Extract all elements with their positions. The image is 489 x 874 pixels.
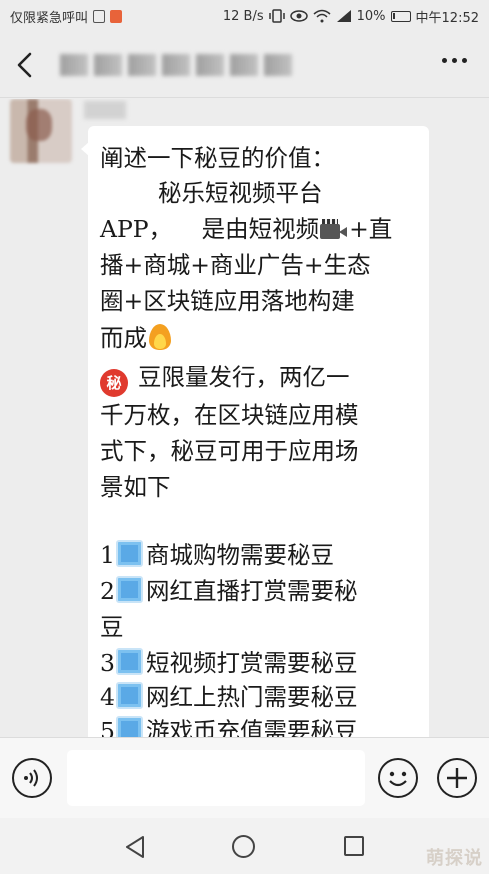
message-text: 游戏币充值需要秘豆 (145, 717, 358, 737)
blue-square-icon (115, 540, 143, 567)
list-item: 2 网红直播打赏需要秘 (100, 576, 357, 606)
chat-input-bar (0, 737, 489, 818)
list-item: 1 商城购物需要秘豆 (100, 540, 334, 570)
message-text: 网红上热门需要秘豆 (145, 683, 358, 711)
status-left: 仅限紧急呼叫 (10, 7, 123, 26)
blue-square-icon (115, 648, 143, 675)
message-text: APP， (100, 215, 173, 243)
message-text: 而成 (100, 324, 147, 352)
message-text: 是由短视频 (201, 215, 320, 243)
message-line: 秘乐短视频平台 (158, 179, 323, 207)
emoji-icon[interactable] (378, 758, 418, 798)
voice-icon[interactable] (12, 758, 52, 798)
wifi-icon (313, 9, 331, 23)
nav-back-icon[interactable] (123, 834, 147, 860)
list-number: 3 (100, 649, 115, 677)
sender-name-redacted (84, 101, 126, 119)
chat-title-redacted (60, 53, 292, 76)
message-text: 网红直播打赏需要秘 (145, 577, 358, 605)
carrier-text: 仅限紧急呼叫 (10, 10, 89, 26)
watermark: 萌探说 (426, 848, 483, 869)
list-item: 3 短视频打赏需要秘豆 (100, 648, 357, 678)
message-line: APP， 是由短视频 +直 (100, 214, 392, 244)
chevron-left-icon[interactable] (0, 32, 50, 98)
status-time: 中午12:52 (415, 10, 479, 26)
message-text: +直 (349, 215, 393, 243)
blue-square-icon (115, 682, 143, 709)
vibrate-icon (268, 9, 285, 23)
message-text: 短视频打赏需要秘豆 (145, 649, 358, 677)
avatar[interactable] (10, 99, 72, 163)
message-text: 豆限量发行，两亿一 (138, 363, 350, 391)
message-line: 豆 (100, 613, 124, 641)
status-right: 12 B/s 10% 中午12:52 (223, 7, 479, 26)
list-number: 4 (100, 683, 115, 711)
list-item: 4 网红上热门需要秘豆 (100, 682, 357, 712)
message-bubble[interactable]: 阐述一下秘豆的价值： 秘乐短视频平台 APP， 是由短视频 +直 播+商城+商业广… (81, 126, 429, 737)
message-text: 商城购物需要秘豆 (145, 541, 334, 569)
message-line: 圈+区块链应用落地构建 (100, 287, 355, 315)
message-line: 秘豆限量发行，两亿一 (100, 362, 350, 397)
more-dots-icon[interactable] (442, 58, 467, 63)
battery-icon (390, 10, 411, 22)
list-number: 1 (100, 541, 115, 569)
eye-icon (289, 10, 308, 22)
message-line: 播+商城+商业广告+生态 (100, 251, 371, 279)
chat-title-bar (0, 32, 489, 98)
sim-icon (93, 9, 106, 23)
message-line: 阐述一下秘豆的价值： (100, 144, 335, 172)
message-line: 千万枚，在区块链应用模 (100, 401, 359, 429)
network-speed: 12 B/s (222, 8, 264, 24)
list-number: 5 (100, 717, 115, 737)
blue-square-icon (115, 716, 143, 737)
battery-percent: 10% (356, 8, 386, 24)
nav-recent-icon[interactable] (344, 836, 364, 856)
nav-home-icon[interactable] (232, 835, 255, 858)
app-notification-icon (110, 9, 123, 23)
message-line: 景如下 (100, 473, 171, 501)
fire-icon (147, 322, 173, 350)
list-item: 5 游戏币充值需要秘豆 (100, 716, 357, 737)
status-bar: 仅限紧急呼叫 12 B/s 10% 中午12:52 (0, 0, 489, 32)
message-input[interactable] (67, 750, 365, 806)
message-line: 式下，秘豆可用于应用场 (100, 437, 359, 465)
secret-badge-icon: 秘 (100, 369, 128, 397)
blue-square-icon (115, 576, 143, 603)
list-number: 2 (100, 577, 115, 605)
plus-icon[interactable] (437, 758, 477, 798)
signal-icon (336, 10, 351, 22)
video-camera-icon (320, 219, 348, 241)
message-line: 而成 (100, 322, 173, 353)
system-nav-bar: 萌探说 (0, 818, 489, 874)
chat-area: 阐述一下秘豆的价值： 秘乐短视频平台 APP， 是由短视频 +直 播+商城+商业广… (0, 99, 489, 737)
